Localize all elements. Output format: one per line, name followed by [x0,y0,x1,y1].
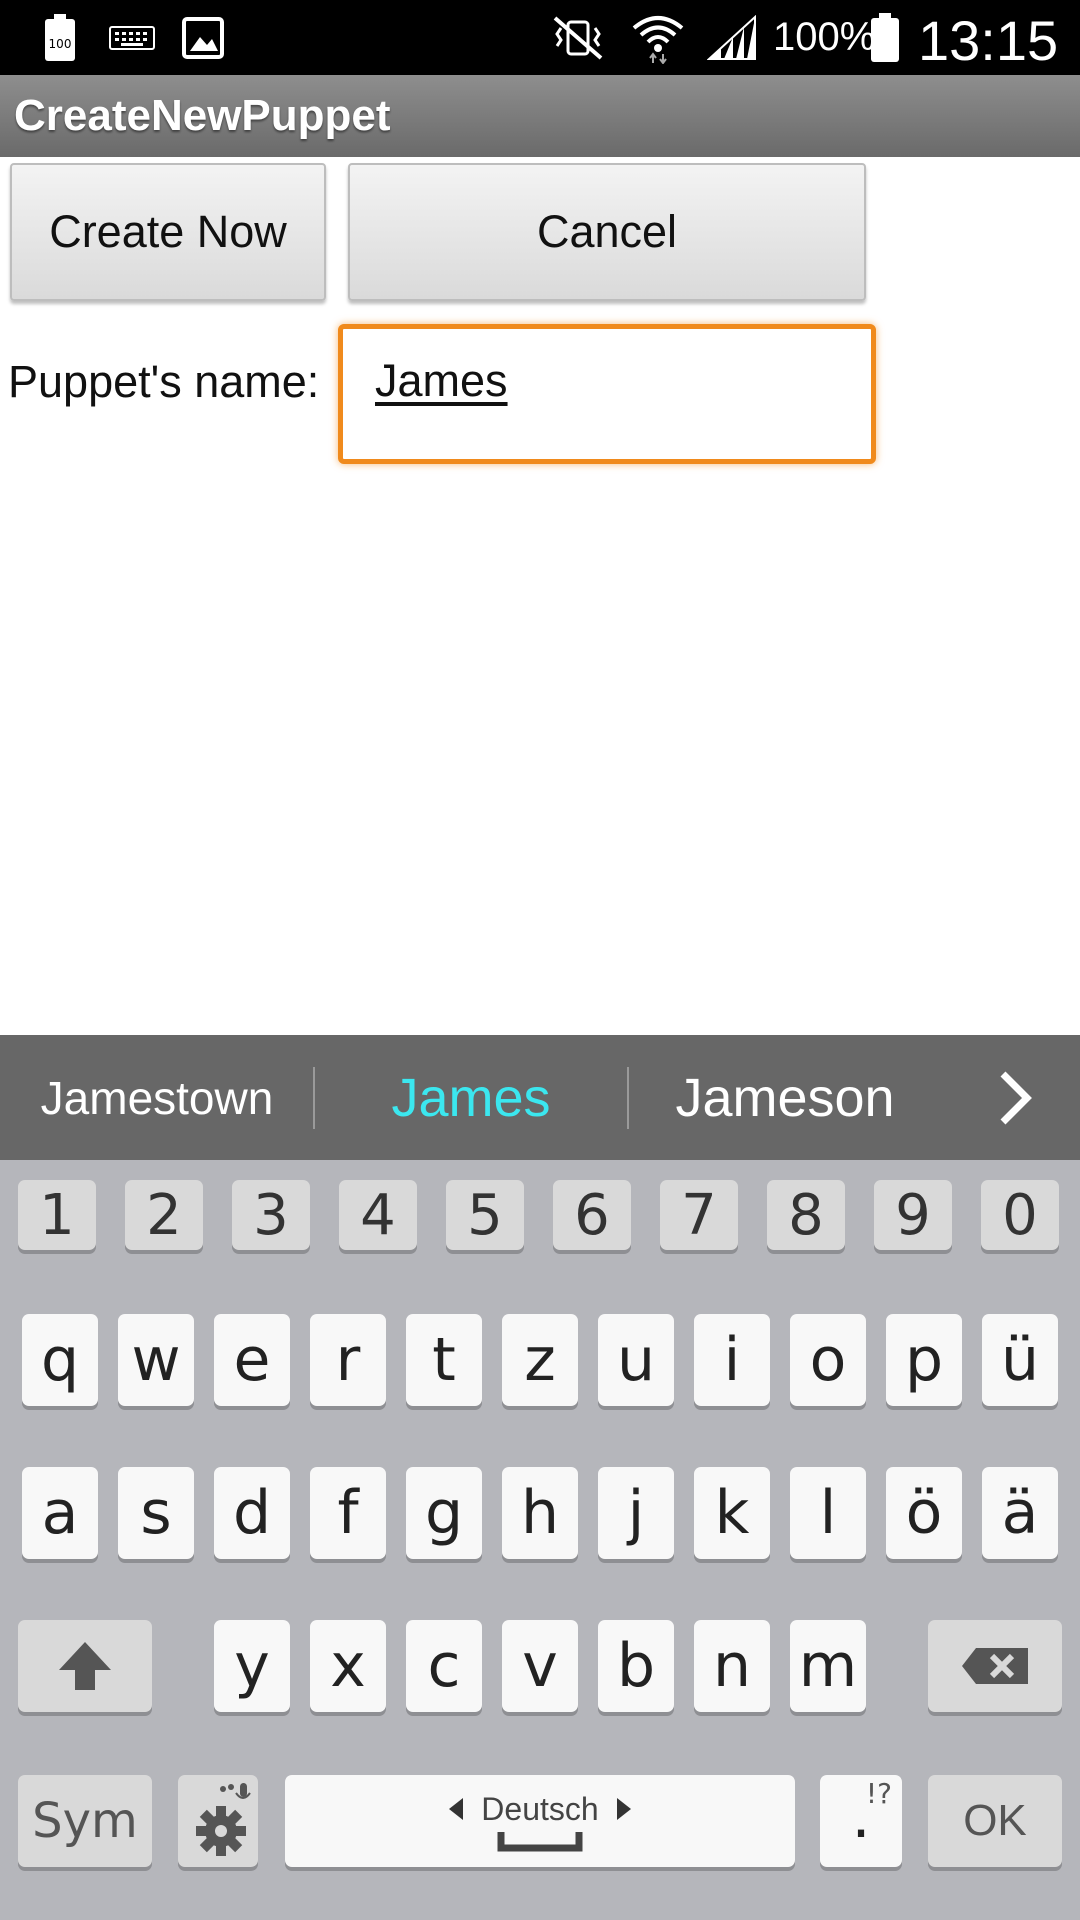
key-v[interactable]: v [502,1620,578,1712]
key-r[interactable]: r [310,1314,386,1406]
key-o[interactable]: o [790,1314,866,1406]
battery-100-icon: 100 [40,12,80,64]
space-key[interactable]: Deutsch [285,1775,795,1867]
key-2[interactable]: 2 [125,1180,203,1250]
arrow-right-icon [616,1798,631,1820]
arrow-left-icon [449,1798,464,1820]
key-7[interactable]: 7 [660,1180,738,1250]
ok-key[interactable]: OK [928,1775,1062,1867]
create-now-button[interactable]: Create Now [10,163,326,301]
app-title: CreateNewPuppet [14,91,391,140]
key-3[interactable]: 3 [232,1180,310,1250]
key-c[interactable]: c [406,1620,482,1712]
shift-arrow-icon [59,1642,111,1690]
key-k[interactable]: k [694,1467,770,1559]
space-bar-icon [497,1831,583,1851]
key-p[interactable]: p [886,1314,962,1406]
sym-key[interactable]: Sym [18,1775,152,1867]
key-e[interactable]: e [214,1314,290,1406]
key-w[interactable]: w [118,1314,194,1406]
backspace-icon [962,1648,1028,1684]
battery-icon [868,12,902,64]
key-8[interactable]: 8 [767,1180,845,1250]
key-d[interactable]: d [214,1467,290,1559]
cancel-button[interactable]: Cancel [348,163,866,301]
key-4[interactable]: 4 [339,1180,417,1250]
key-s[interactable]: s [118,1467,194,1559]
suggestion-item[interactable]: Jamestown [0,1035,314,1160]
key-oe[interactable]: ö [886,1467,962,1559]
clock: 13:15 [918,9,1059,72]
period-key[interactable]: !? . [820,1775,902,1867]
key-i[interactable]: i [694,1314,770,1406]
key-l[interactable]: l [790,1467,866,1559]
status-bar: 100 100% 13:15 [0,0,1080,75]
key-6[interactable]: 6 [553,1180,631,1250]
key-n[interactable]: n [694,1620,770,1712]
key-5[interactable]: 5 [446,1180,524,1250]
suggestions-more-icon[interactable] [980,1035,1050,1160]
language-label: Deutsch [481,1790,599,1827]
key-ae[interactable]: ä [982,1467,1058,1559]
language-switch: Deutsch [449,1790,631,1828]
key-j[interactable]: j [598,1467,674,1559]
key-z[interactable]: z [502,1314,578,1406]
key-m[interactable]: m [790,1620,866,1712]
puppet-name-label: Puppet's name: [8,356,320,407]
key-a[interactable]: a [22,1467,98,1559]
suggestion-item-selected[interactable]: James [315,1035,627,1160]
battery-percent-text: 100% [773,15,876,59]
shift-key[interactable] [18,1620,152,1712]
key-y[interactable]: y [214,1620,290,1712]
key-f[interactable]: f [310,1467,386,1559]
key-9[interactable]: 9 [874,1180,952,1250]
gear-icon [196,1783,251,1856]
vibrate-mute-icon [548,12,608,64]
suggestion-item[interactable]: Jameson [629,1035,941,1160]
key-ue[interactable]: ü [982,1314,1058,1406]
wifi-icon [630,12,686,64]
puppet-name-value: James [375,355,508,406]
punctuation-hint: !? [865,1777,892,1810]
keyboard: 1 2 3 4 5 6 7 8 9 0 q w e r t z u i o p … [0,1160,1080,1920]
key-0[interactable]: 0 [981,1180,1059,1250]
keyboard-icon [108,12,156,64]
signal-icon [706,12,758,64]
key-b[interactable]: b [598,1620,674,1712]
settings-key[interactable] [178,1775,258,1867]
key-q[interactable]: q [22,1314,98,1406]
svg-text:100: 100 [49,37,72,51]
key-x[interactable]: x [310,1620,386,1712]
backspace-key[interactable] [928,1620,1062,1712]
key-t[interactable]: t [406,1314,482,1406]
suggestion-bar: Jamestown James Jameson [0,1035,1080,1160]
key-u[interactable]: u [598,1314,674,1406]
puppet-name-input[interactable]: James [338,324,876,464]
key-h[interactable]: h [502,1467,578,1559]
key-g[interactable]: g [406,1467,482,1559]
image-icon [180,12,226,64]
key-1[interactable]: 1 [18,1180,96,1250]
title-bar: CreateNewPuppet [0,75,1080,157]
